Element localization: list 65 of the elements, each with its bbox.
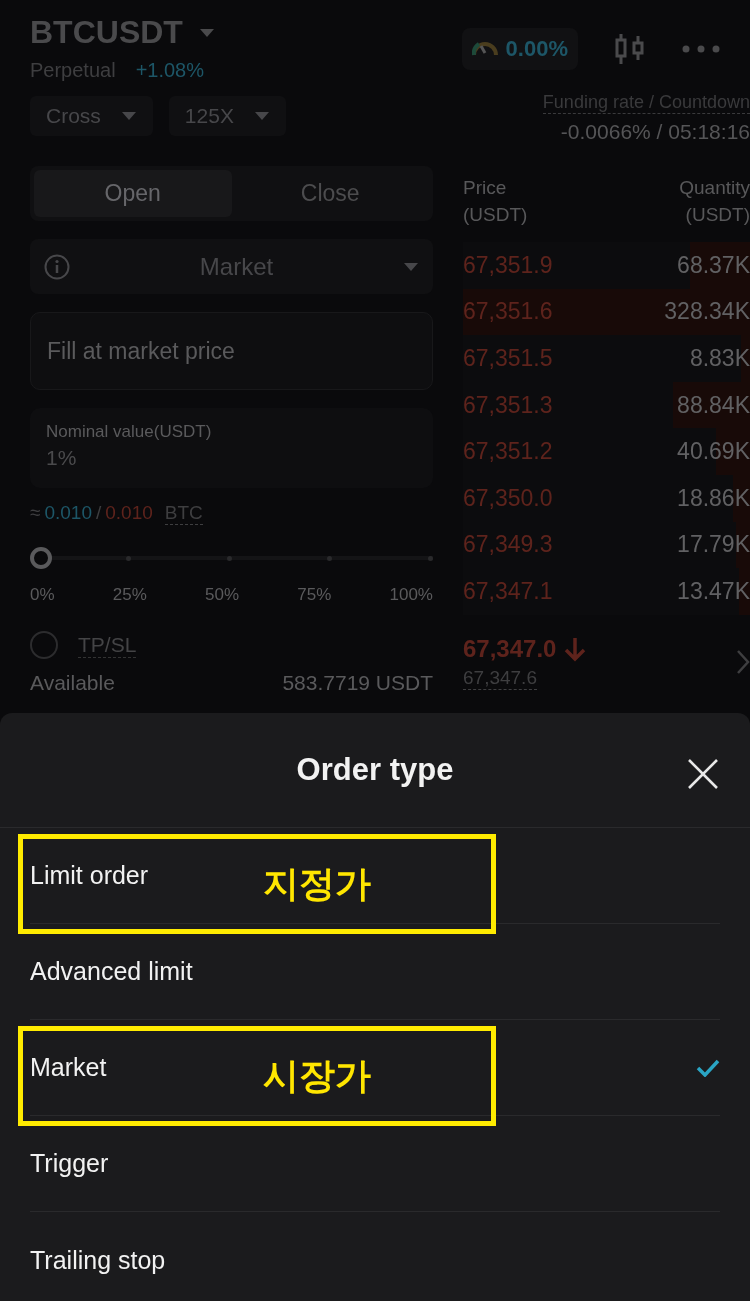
annotation-label: 시장가 [263,1053,371,1098]
column-header: Quantity (USDT) [679,176,750,227]
ask-price: 67,350.0 [463,484,553,512]
slider-tick-label: 0% [30,585,55,605]
slider-tick-label: 25% [112,585,147,605]
ask-price: 67,351.2 [463,438,553,466]
slider-tick-label: 100% [389,585,433,605]
last-price: 67,347.0 [463,634,557,663]
price-field[interactable]: Fill at market price [30,312,433,390]
ask-price: 67,351.9 [463,251,553,279]
ask-price: 67,351.3 [463,391,553,419]
ask-quantity: 328.34K [664,298,750,326]
buy-quantity: 0.010 [44,502,92,524]
funding-value: -0.0066% / 05:18:16 [560,120,750,144]
slider-thumb[interactable] [30,547,52,569]
position-tab[interactable]: Close [231,170,429,217]
order-type-option[interactable]: Trailing stop [30,1245,166,1275]
leverage-select[interactable]: 125X [168,96,286,136]
caret-icon [403,261,419,272]
ask-quantity: 68.37K [677,251,750,279]
candlestick-icon[interactable] [614,32,646,66]
chevron-right-icon[interactable] [736,649,750,676]
ask-quantity: 13.47K [677,577,750,605]
tpsl-label: TP/SL [78,632,137,658]
symbol-title[interactable]: BTCUSDT [30,14,183,51]
order-type-option[interactable]: Market [30,1053,107,1082]
close-icon [686,757,720,791]
separator: / [96,502,102,524]
gauge-icon [471,41,498,57]
sell-quantity: 0.010 [105,502,153,524]
order-type-option[interactable]: Limit order [30,861,149,890]
order-type-option[interactable]: Advanced limit [30,957,193,986]
caret-icon [198,27,215,38]
amount-field[interactable]: Nominal value(USDT) 1% [30,408,433,488]
info-icon [44,253,70,280]
margin-mode-select[interactable]: Cross [30,96,153,136]
ask-price: 67,349.3 [463,531,553,559]
close-button[interactable] [686,757,720,791]
available-value: 583.7719 USDT [282,671,433,695]
column-header: Price (USDT) [463,176,528,227]
caret-icon [253,111,270,121]
ask-quantity: 88.84K [677,391,750,419]
ask-price: 67,347.1 [463,577,553,605]
slider-tick-label: 50% [205,585,240,605]
ask-quantity: 18.86K [677,484,750,512]
caret-icon [120,111,137,121]
ask-price: 67,351.6 [463,298,553,326]
sheet-title: Order type [296,752,454,788]
slider-tick-label: 75% [297,585,332,605]
position-tab[interactable]: Open [34,170,232,217]
ask-quantity: 40.69K [677,438,750,466]
order-type-select[interactable]: Market [30,239,433,294]
ask-price: 67,351.5 [463,345,553,372]
sentiment-badge[interactable]: 0.00% [461,28,578,70]
tpsl-radio[interactable] [30,631,58,659]
approx-sign: ≈ [30,502,41,524]
ask-quantity: 17.79K [677,531,750,559]
field-label: Nominal value(USDT) [46,422,213,442]
annotation-label: 지정가 [263,861,371,906]
ask-quantity: 8.83K [689,345,750,372]
price-change: +1.08% [135,59,204,82]
available-label: Available [30,671,115,695]
field-value: 1% [46,446,78,470]
more-icon[interactable] [682,45,720,53]
order-type-option[interactable]: Trigger [30,1149,109,1178]
